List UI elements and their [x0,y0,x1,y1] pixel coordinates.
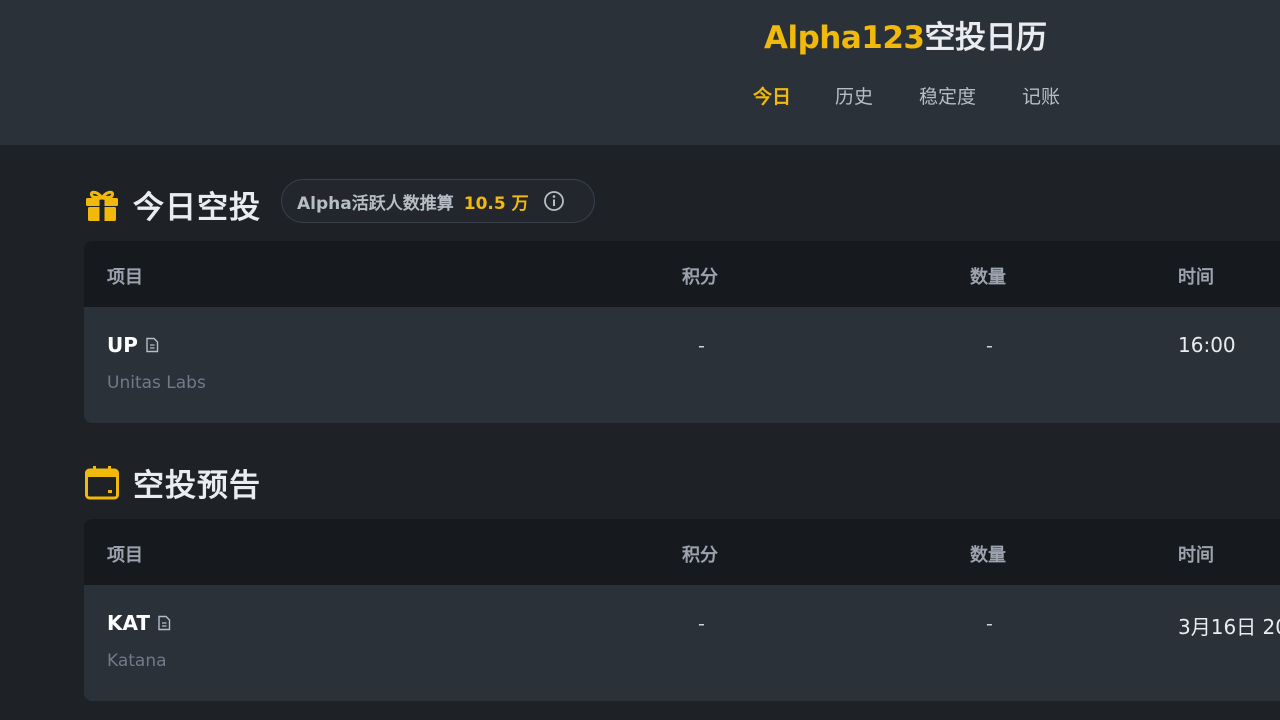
table-header: 项目 积分 数量 时间 [84,519,1280,585]
column-header-project: 项目 [107,267,143,288]
project-name: Unitas Labs [107,373,206,393]
amount-value: - [986,613,993,635]
nav-tab-ledger[interactable]: 记账 [1022,82,1060,109]
column-header-points: 积分 [682,545,718,566]
column-header-time: 时间 [1178,267,1214,288]
top-header: Alpha123空投日历 今日 历史 稳定度 记账 [0,0,1280,145]
token-symbol: KAT [107,611,151,635]
document-icon[interactable] [157,615,171,631]
site-title-brand: Alpha123 [764,20,925,56]
today-section-title: 今日空投 [84,182,261,227]
time-value: 3月16日 20 [1178,615,1280,639]
column-header-points: 积分 [682,267,718,288]
token-symbol-cell: UP [107,333,159,357]
upcoming-section-title: 空投预告 [84,460,261,505]
column-header-time: 时间 [1178,545,1214,566]
column-header-amount: 数量 [970,545,1006,566]
points-value: - [698,335,705,357]
document-icon[interactable] [145,337,159,353]
info-icon[interactable] [543,190,565,212]
table-row[interactable]: UP Unitas Labs - - 16:00 [84,307,1280,423]
today-airdrop-table: 项目 积分 数量 时间 UP Unitas Labs - - 16:00 [84,241,1280,423]
active-users-value: 10.5 万 [463,193,529,214]
calendar-icon [85,465,119,499]
today-title: 今日空投 [133,190,261,226]
table-row[interactable]: KAT Katana - - 3月16日 20 [84,585,1280,701]
column-header-project: 项目 [107,545,143,566]
table-header: 项目 积分 数量 时间 [84,241,1280,307]
upcoming-airdrop-table: 项目 积分 数量 时间 KAT Katana - - 3月16日 20 [84,519,1280,701]
nav-tab-stability[interactable]: 稳定度 [919,82,976,109]
token-symbol: UP [107,333,138,357]
active-users-badge: Alpha活跃人数推算 10.5 万 [281,179,595,223]
active-users-label: Alpha活跃人数推算 [297,193,454,214]
site-title[interactable]: Alpha123空投日历 [764,12,1047,57]
gift-icon [86,190,118,221]
column-header-amount: 数量 [970,267,1006,288]
points-value: - [698,613,705,635]
nav-tab-history[interactable]: 历史 [835,82,873,109]
token-symbol-cell: KAT [107,611,171,635]
time-value: 16:00 [1178,333,1236,357]
site-title-rest: 空投日历 [924,20,1048,56]
nav-tab-today[interactable]: 今日 [753,82,791,109]
amount-value: - [986,335,993,357]
project-name: Katana [107,651,167,671]
upcoming-title: 空投预告 [133,468,261,504]
